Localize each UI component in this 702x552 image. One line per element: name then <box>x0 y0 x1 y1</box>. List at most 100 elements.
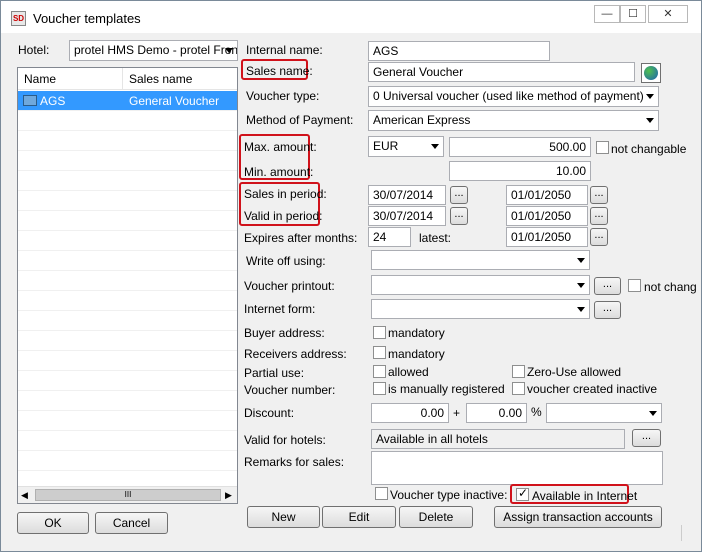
internet-form-select[interactable] <box>371 299 590 319</box>
discount-input-1[interactable]: 0.00 <box>371 403 449 423</box>
created-inactive-label: voucher created inactive <box>527 382 658 396</box>
method-select[interactable]: American Express <box>368 110 659 131</box>
buyer-mandatory-checkbox[interactable] <box>373 326 386 339</box>
voucher-icon <box>23 95 37 106</box>
internet-form-label: Internet form: <box>244 302 316 316</box>
currency-select[interactable]: EUR <box>368 136 444 157</box>
expires-label: Expires after months: <box>244 231 358 245</box>
assign-accounts-button[interactable]: Assign transaction accounts <box>494 506 662 528</box>
internal-name-input[interactable]: AGS <box>368 41 550 61</box>
app-icon: SD <box>11 11 26 26</box>
buyer-mandatory-label: mandatory <box>388 326 445 340</box>
valid-hotels-picker-button[interactable]: ... <box>632 429 661 447</box>
sales-from-picker-button[interactable]: ... <box>450 186 468 204</box>
latest-input[interactable]: 01/01/2050 <box>506 227 588 247</box>
not-changable-printout-checkbox[interactable] <box>628 279 641 292</box>
discount-type-select[interactable] <box>546 403 662 423</box>
chevron-down-icon <box>431 144 439 149</box>
valid-from-picker-button[interactable]: ... <box>450 207 468 225</box>
sales-name-label: Sales name: <box>246 64 313 78</box>
manually-registered-checkbox[interactable] <box>373 382 386 395</box>
voucher-templates-window: SD Voucher templates — ☐ ✕ Hotel: protel… <box>0 0 702 552</box>
available-internet-checkbox[interactable] <box>516 486 529 501</box>
latest-picker-button[interactable]: ... <box>590 228 608 246</box>
sales-name-input[interactable]: General Voucher <box>368 62 635 82</box>
min-amount-input[interactable]: 10.00 <box>449 161 591 181</box>
horizontal-scrollbar[interactable]: ◀ III ▶ <box>18 486 237 503</box>
valid-to-picker-button[interactable]: ... <box>590 207 608 225</box>
partial-allowed-label: allowed <box>388 365 429 379</box>
sales-period-label: Sales in period: <box>244 187 327 201</box>
sales-from-input[interactable]: 30/07/2014 <box>368 185 446 205</box>
remarks-label: Remarks for sales: <box>244 455 345 469</box>
maximize-button[interactable]: ☐ <box>620 5 646 23</box>
sales-to-picker-button[interactable]: ... <box>590 186 608 204</box>
title-bar: SD Voucher templates — ☐ ✕ <box>1 1 701 33</box>
max-amount-label: Max. amount: <box>244 140 317 154</box>
delete-button[interactable]: Delete <box>399 506 473 528</box>
voucher-list[interactable]: Name Sales name AGS General Voucher ◀ II… <box>17 67 238 504</box>
column-name[interactable]: Name <box>24 72 56 86</box>
manually-registered-label: is manually registered <box>388 382 505 396</box>
voucher-number-label: Voucher number: <box>244 383 336 397</box>
chevron-down-icon <box>577 258 585 263</box>
latest-label: latest: <box>419 231 452 245</box>
sales-to-input[interactable]: 01/01/2050 <box>506 185 588 205</box>
scroll-left-icon[interactable]: ◀ <box>21 490 28 501</box>
receivers-mandatory-checkbox[interactable] <box>373 346 386 359</box>
chevron-down-icon <box>646 118 654 123</box>
zero-use-label: Zero-Use allowed <box>527 365 622 379</box>
hotel-label: Hotel: <box>18 43 50 57</box>
type-inactive-checkbox[interactable] <box>375 487 388 500</box>
printout-label: Voucher printout: <box>244 279 335 293</box>
scroll-thumb[interactable]: III <box>35 489 221 501</box>
voucher-type-select[interactable]: 0 Universal voucher (used like method of… <box>368 86 659 107</box>
ok-button[interactable]: OK <box>17 512 89 534</box>
internet-form-picker-button[interactable]: ... <box>594 301 621 319</box>
internal-name-label: Internal name: <box>246 43 323 57</box>
plus-label: + <box>453 406 461 420</box>
valid-from-input[interactable]: 30/07/2014 <box>368 206 446 226</box>
remarks-textarea[interactable] <box>371 451 663 485</box>
resize-grip[interactable] <box>681 525 693 541</box>
available-internet-label: Available in Internet <box>532 489 638 503</box>
receivers-mandatory-label: mandatory <box>388 347 445 361</box>
method-label: Method of Payment: <box>246 113 354 127</box>
chevron-down-icon <box>649 411 657 416</box>
created-inactive-checkbox[interactable] <box>512 382 525 395</box>
expires-months-input[interactable]: 24 <box>368 227 411 247</box>
write-off-label: Write off using: <box>246 254 326 268</box>
new-button[interactable]: New <box>247 506 320 528</box>
receivers-label: Receivers address: <box>244 347 347 361</box>
close-button[interactable]: ✕ <box>648 5 688 23</box>
buyer-label: Buyer address: <box>244 326 325 340</box>
percent-label: % <box>531 405 542 419</box>
valid-hotels-label: Valid for hotels: <box>244 433 326 447</box>
edit-button[interactable]: Edit <box>322 506 396 528</box>
not-changable-printout-label: not changa <box>644 280 696 294</box>
column-sales-name[interactable]: Sales name <box>129 72 192 86</box>
globe-icon[interactable] <box>641 63 661 83</box>
minimize-button[interactable]: — <box>594 5 620 23</box>
chevron-down-icon <box>646 94 654 99</box>
scroll-right-icon[interactable]: ▶ <box>225 490 232 501</box>
list-item[interactable]: AGS General Voucher <box>18 91 237 111</box>
list-header: Name Sales name <box>18 68 237 90</box>
window-title: Voucher templates <box>33 11 141 26</box>
valid-period-label: Valid in period: <box>244 209 323 223</box>
chevron-down-icon <box>225 48 233 53</box>
printout-picker-button[interactable]: ... <box>594 277 621 295</box>
max-amount-input[interactable]: 500.00 <box>449 137 591 157</box>
hotel-select[interactable]: protel HMS Demo - protel Front <box>69 40 238 61</box>
valid-to-input[interactable]: 01/01/2050 <box>506 206 588 226</box>
cancel-button[interactable]: Cancel <box>95 512 168 534</box>
not-changable-checkbox[interactable] <box>596 141 609 154</box>
write-off-select[interactable] <box>371 250 590 270</box>
chevron-down-icon <box>577 307 585 312</box>
zero-use-checkbox[interactable] <box>512 365 525 378</box>
discount-input-2[interactable]: 0.00 <box>466 403 527 423</box>
min-amount-label: Min. amount: <box>244 165 314 179</box>
partial-allowed-checkbox[interactable] <box>373 365 386 378</box>
printout-select[interactable] <box>371 275 590 295</box>
partial-use-label: Partial use: <box>244 366 305 380</box>
